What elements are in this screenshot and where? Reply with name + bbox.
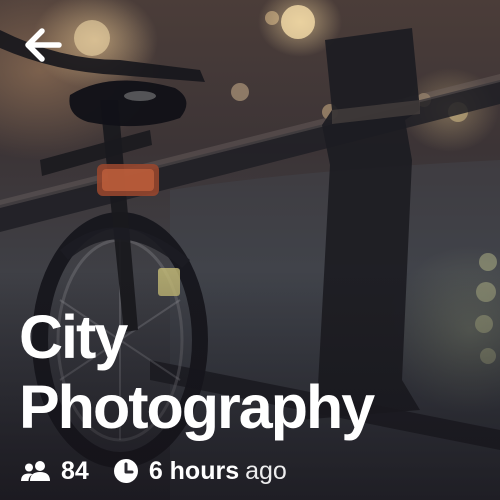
post-cover-screen: City Photography 84 6 hours ago [0,0,500,500]
time-value: 6 hours [148,457,240,485]
members-count: 84 [61,457,89,485]
arrow-left-icon [25,28,62,62]
back-button[interactable] [20,25,64,65]
post-title-line-1: City [19,303,128,371]
post-meta: 84 6 hours ago [21,455,287,487]
post-title: City Photography [19,302,375,442]
users-icon [21,460,51,482]
post-title-line-2: Photography [19,373,375,441]
clock-icon [113,458,139,484]
time-suffix: ago [245,457,287,485]
